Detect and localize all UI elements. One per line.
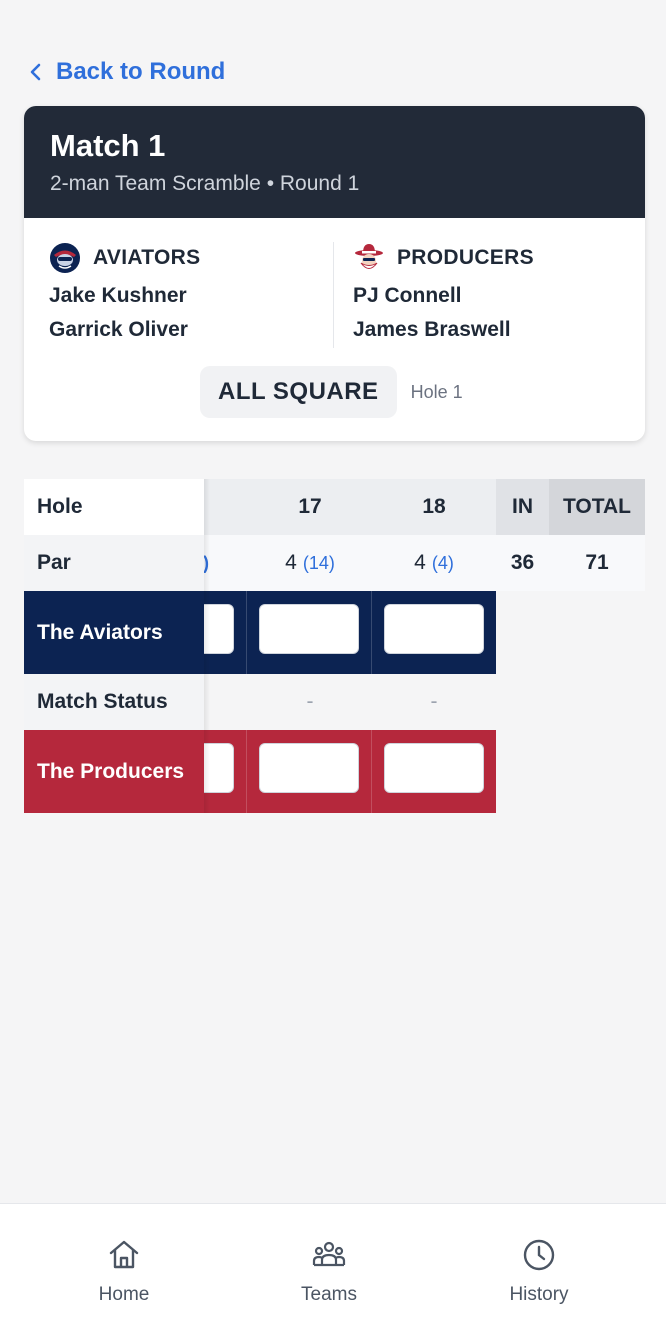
hole-row-label: Hole bbox=[24, 479, 204, 535]
team-name: PRODUCERS bbox=[397, 246, 534, 269]
producers-score-input-18[interactable] bbox=[384, 743, 484, 793]
cell-divider bbox=[371, 730, 372, 813]
match-subtitle: 2-man Team Scramble • Round 1 bbox=[50, 172, 360, 195]
par-in: 36 bbox=[510, 551, 535, 574]
home-icon bbox=[109, 1240, 139, 1269]
hole-number-18: 18 bbox=[422, 495, 446, 518]
match-header: Match 1 2-man Team Scramble • Round 1 bbox=[24, 106, 645, 218]
bottom-nav: Home Teams History bbox=[0, 1203, 666, 1328]
aviators-logo-icon bbox=[50, 243, 80, 273]
match-status-row: ALL SQUARE Hole 1 bbox=[200, 366, 463, 418]
team-name: AVIATORS bbox=[93, 246, 201, 269]
match-status-badge: ALL SQUARE bbox=[200, 366, 397, 418]
nav-history[interactable]: History bbox=[479, 1238, 599, 1306]
team-aviators: AVIATORS Jake Kushner Garrick Oliver bbox=[49, 242, 200, 342]
aviators-row-label: The Aviators bbox=[24, 591, 204, 674]
chevron-left-icon bbox=[30, 63, 41, 81]
aviators-score-input-17[interactable] bbox=[259, 604, 359, 654]
sticky-column-shadow bbox=[204, 479, 210, 813]
player-name: Garrick Oliver bbox=[49, 318, 188, 341]
aviators-score-input-18[interactable] bbox=[384, 604, 484, 654]
producers-logo-icon bbox=[355, 244, 383, 269]
match-status-18: - bbox=[430, 690, 438, 713]
team-divider bbox=[333, 242, 334, 348]
current-hole-label: Hole 1 bbox=[410, 381, 463, 402]
cell-divider bbox=[371, 591, 372, 674]
player-name: Jake Kushner bbox=[49, 284, 187, 307]
teams-icon bbox=[312, 1241, 346, 1267]
par-value: 4 bbox=[285, 551, 297, 574]
back-to-round-link[interactable]: Back to Round bbox=[28, 58, 225, 86]
player-name: James Braswell bbox=[353, 318, 511, 341]
cell-divider bbox=[246, 730, 247, 813]
match-card: Match 1 2-man Team Scramble • Round 1 AV… bbox=[24, 106, 645, 441]
nav-teams[interactable]: Teams bbox=[269, 1238, 389, 1306]
par-18: 4 (4) bbox=[384, 535, 484, 591]
match-status-17: - bbox=[306, 690, 314, 713]
nav-home[interactable]: Home bbox=[64, 1238, 184, 1306]
teams-row: AVIATORS Jake Kushner Garrick Oliver PRO… bbox=[24, 218, 645, 358]
hole-number-17: 17 bbox=[298, 495, 322, 518]
match-title: Match 1 bbox=[50, 128, 166, 163]
player-name: PJ Connell bbox=[353, 284, 462, 307]
back-label: Back to Round bbox=[56, 58, 226, 85]
par-17: 4 (14) bbox=[260, 535, 360, 591]
match-status-row-label: Match Status bbox=[24, 674, 204, 730]
nav-label: Teams bbox=[301, 1284, 357, 1305]
team-producers: PRODUCERS PJ Connell James Braswell bbox=[353, 242, 534, 342]
nav-label: History bbox=[509, 1284, 569, 1305]
handicap-value: (14) bbox=[302, 552, 335, 573]
par-value: 4 bbox=[414, 551, 426, 574]
total-column-header: TOTAL bbox=[562, 495, 632, 518]
producers-row-label: The Producers bbox=[24, 730, 204, 813]
cell-divider bbox=[246, 591, 247, 674]
handicap-value: (4) bbox=[431, 552, 454, 573]
history-icon bbox=[523, 1239, 555, 1271]
par-total: 71 bbox=[585, 551, 609, 574]
scorecard[interactable]: 17 18 IN TOTAL ) 4 (14) 4 (4) 36 71 - - … bbox=[24, 479, 645, 819]
nav-label: Home bbox=[98, 1284, 150, 1305]
in-column-header: IN bbox=[512, 495, 533, 518]
par-row-label: Par bbox=[24, 535, 204, 591]
producers-score-input-17[interactable] bbox=[259, 743, 359, 793]
